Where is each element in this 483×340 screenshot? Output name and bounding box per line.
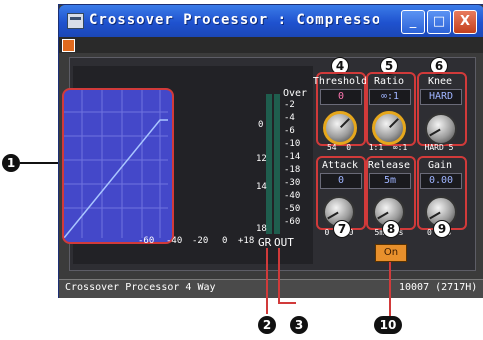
title-bar[interactable]: Crossover Processor : Compressor(H... _ …	[59, 5, 483, 37]
gr-scale-14: 14	[256, 182, 267, 192]
transfer-curve	[64, 119, 168, 238]
app-icon	[67, 13, 84, 29]
y-label-0: 0	[52, 120, 58, 130]
gain-label: Gain	[427, 160, 453, 171]
callout-2-line	[266, 248, 268, 314]
curve-svg	[64, 90, 168, 238]
meter-scale-18: -18	[284, 165, 301, 175]
callout-8: 8	[382, 220, 400, 238]
meter-scale-60: -60	[284, 217, 301, 227]
gain-value[interactable]: 0.00	[420, 173, 462, 189]
callout-3-line-h	[278, 302, 296, 304]
toolbar-strip	[59, 37, 483, 53]
release-value[interactable]: 5m	[369, 173, 411, 189]
meter-scale-50: -50	[284, 204, 301, 214]
x-label-0: 0	[222, 236, 228, 246]
knee-range: HARD 5	[424, 143, 454, 152]
meter-scale-40: -40	[284, 191, 301, 201]
x-label-m20: -20	[192, 236, 209, 246]
meter-scale-14: -14	[284, 152, 301, 162]
ratio-range: 1:1 ∞:1	[368, 143, 408, 152]
callout-7: 7	[333, 220, 351, 238]
maximize-button[interactable]: □	[427, 10, 451, 34]
status-bar: Crossover Processor 4 Way 10007 (2717H)	[59, 279, 483, 298]
minimize-button[interactable]: _	[401, 10, 425, 34]
gr-label: GR	[258, 236, 272, 249]
callout-3: 3	[290, 316, 308, 334]
gr-scale-18: 18	[256, 224, 267, 234]
y-label-18: +18	[41, 96, 58, 106]
threshold-knob[interactable]	[323, 111, 357, 145]
on-button[interactable]: On	[375, 244, 407, 262]
out-label: OUT	[274, 236, 294, 249]
x-label-m40: -40	[166, 236, 183, 246]
over-label: Over	[283, 88, 308, 99]
knee-knob[interactable]	[425, 113, 457, 145]
gr-scale-12: 12	[256, 154, 267, 164]
callout-1: 1	[2, 154, 20, 172]
meter-scale-30: -30	[284, 178, 301, 188]
window-title: Crossover Processor : Compressor(H...	[89, 12, 379, 28]
x-label-18: +18	[238, 236, 255, 246]
callout-10-line	[389, 262, 391, 316]
out-meter	[274, 94, 280, 234]
meter-scale-6: -6	[284, 126, 295, 136]
status-right: 10007 (2717H)	[399, 282, 478, 293]
y-label-m40: -40	[41, 172, 58, 182]
attack-value[interactable]: 0	[320, 173, 362, 189]
close-button[interactable]: X	[453, 10, 477, 34]
knee-value[interactable]: HARD	[420, 89, 462, 105]
x-label-m60: -60	[138, 236, 155, 246]
y-label-m20: -20	[41, 146, 58, 156]
compression-curve-graph[interactable]	[62, 88, 174, 244]
callout-10: 10	[374, 316, 402, 334]
y-label-m60: -60	[41, 198, 58, 208]
gr-meter	[266, 94, 272, 234]
meter-scale-2: -2	[284, 100, 295, 110]
meter-scale-10: -10	[284, 139, 301, 149]
callout-1-line	[20, 162, 62, 164]
callout-2: 2	[258, 316, 276, 334]
knee-label: Knee	[427, 76, 453, 87]
window-menu-icon[interactable]	[62, 39, 75, 52]
ratio-value[interactable]: ∞:1	[369, 89, 411, 105]
status-left: Crossover Processor 4 Way	[65, 282, 216, 293]
gr-scale-0: 0	[258, 120, 264, 130]
callout-3-line-v	[278, 248, 280, 304]
meter-scale-4: -4	[284, 113, 295, 123]
ratio-knob[interactable]	[372, 111, 406, 145]
threshold-value[interactable]: 0	[320, 89, 362, 105]
callout-9: 9	[433, 220, 451, 238]
threshold-range: 54 0	[326, 143, 352, 152]
